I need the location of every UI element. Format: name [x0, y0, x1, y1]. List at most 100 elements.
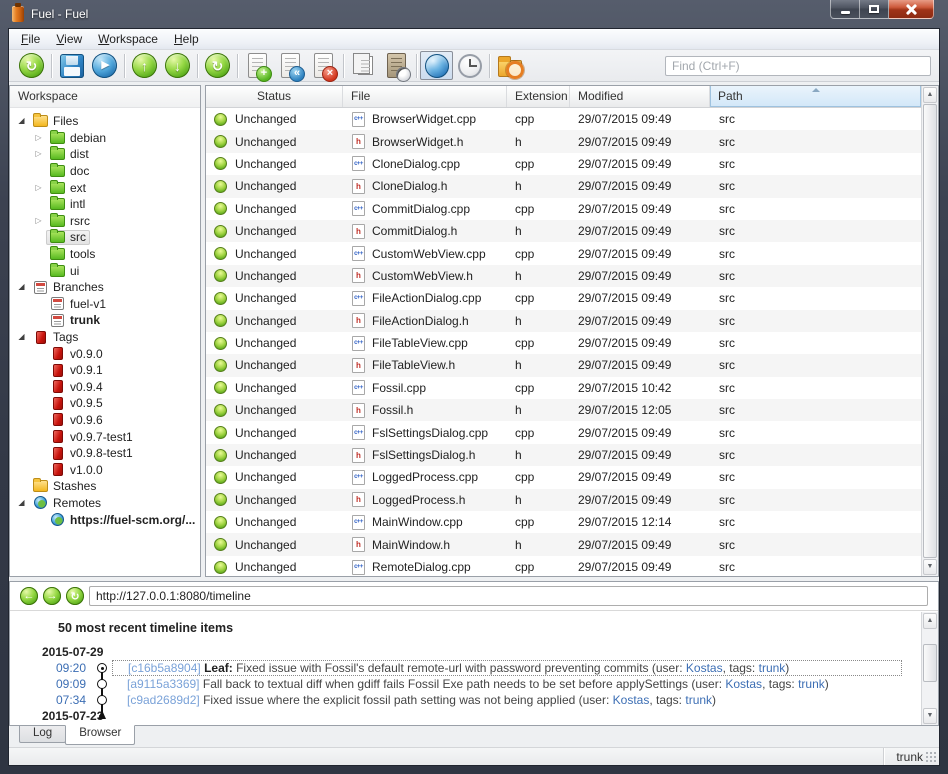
column-header-extension[interactable]: Extension — [507, 86, 570, 107]
pull-button[interactable] — [161, 51, 194, 80]
expanded-expander-icon[interactable] — [14, 499, 29, 507]
table-row[interactable]: UnchangedCommitDialog.hh29/07/2015 09:49… — [206, 220, 921, 242]
tree-item-v0-9-6[interactable]: v0.9.6 — [10, 412, 200, 429]
start-button[interactable] — [88, 51, 121, 80]
tab-log[interactable]: Log — [19, 726, 66, 743]
tree-item-ui[interactable]: ui — [10, 262, 200, 279]
tree-item-dist[interactable]: dist — [10, 146, 200, 163]
tag-link[interactable]: trunk — [798, 677, 825, 691]
close-button[interactable] — [889, 0, 934, 19]
browser-reload-button[interactable] — [66, 587, 84, 605]
table-row[interactable]: UnchangedMainWindow.hh29/07/2015 09:49sr… — [206, 533, 921, 555]
revert-files-button[interactable] — [274, 51, 307, 80]
timeline-time-link[interactable]: 09:20 — [40, 661, 92, 675]
timeline-entry[interactable]: 09:20[c16b5a8904] Leaf: Fixed issue with… — [40, 660, 914, 676]
scroll-up-button[interactable] — [923, 87, 937, 103]
timeline-entry[interactable]: 09:09[a9115a3369] Fall back to textual d… — [40, 676, 914, 692]
scroll-down-button[interactable] — [923, 559, 937, 575]
expanded-expander-icon[interactable] — [14, 117, 29, 125]
collapsed-expander-icon[interactable] — [31, 150, 46, 158]
tree-item-fuel-v1[interactable]: fuel-v1 — [10, 296, 200, 313]
table-row[interactable]: UnchangedLoggedProcess.cppcpp29/07/2015 … — [206, 466, 921, 488]
commit-hash-link[interactable]: [c9ad2689d2] — [127, 693, 200, 707]
commit-hash-link[interactable]: [c16b5a8904] — [128, 661, 201, 675]
fossil-ui-button[interactable] — [420, 51, 453, 80]
table-row[interactable]: UnchangedFileTableView.hh29/07/2015 09:4… — [206, 354, 921, 376]
collapsed-expander-icon[interactable] — [31, 134, 46, 142]
tree-item-v0-9-0[interactable]: v0.9.0 — [10, 345, 200, 362]
table-row[interactable]: UnchangedCustomWebView.cppcpp29/07/2015 … — [206, 242, 921, 264]
history-button[interactable] — [380, 51, 413, 80]
tree-item-v1-0-0[interactable]: v1.0.0 — [10, 461, 200, 478]
scrollbar-thumb[interactable] — [923, 104, 937, 558]
find-input[interactable] — [665, 56, 931, 76]
column-header-file[interactable]: File — [343, 86, 507, 107]
menu-view[interactable]: View — [48, 30, 90, 48]
tree-item-doc[interactable]: doc — [10, 163, 200, 180]
timeline-time-link[interactable]: 09:09 — [40, 677, 92, 691]
menu-workspace[interactable]: Workspace — [90, 30, 166, 48]
commit-button[interactable] — [55, 51, 88, 80]
scrollbar-track[interactable] — [922, 682, 938, 707]
tree-item-stashes[interactable]: Stashes — [10, 478, 200, 495]
table-row[interactable]: UnchangedMainWindow.cppcpp29/07/2015 12:… — [206, 511, 921, 533]
commit-hash-link[interactable]: [a9115a3369] — [127, 677, 200, 691]
tree-item-v0-9-5[interactable]: v0.9.5 — [10, 395, 200, 412]
tree-item-branches[interactable]: Branches — [10, 279, 200, 296]
tree-item-rsrc[interactable]: rsrc — [10, 213, 200, 230]
tree-item-tags[interactable]: Tags — [10, 329, 200, 346]
table-row[interactable]: UnchangedLoggedProcess.hh29/07/2015 09:4… — [206, 489, 921, 511]
table-row[interactable]: UnchangedBrowserWidget.hh29/07/2015 09:4… — [206, 130, 921, 152]
tree-item-debian[interactable]: debian — [10, 130, 200, 147]
tree-item-v0-9-8-test1[interactable]: v0.9.8-test1 — [10, 445, 200, 462]
table-row[interactable]: UnchangedFossil.hh29/07/2015 12:05src — [206, 399, 921, 421]
column-header-status[interactable]: Status — [206, 86, 343, 107]
table-row[interactable]: UnchangedRemoteDialog.cppcpp29/07/2015 0… — [206, 556, 921, 576]
scroll-down-button[interactable] — [923, 708, 937, 724]
remove-files-button[interactable] — [307, 51, 340, 80]
table-row[interactable]: UnchangedFslSettingsDialog.cppcpp29/07/2… — [206, 421, 921, 443]
expanded-expander-icon[interactable] — [14, 283, 29, 291]
push-button[interactable] — [128, 51, 161, 80]
resize-grip[interactable] — [926, 752, 937, 763]
browser-scrollbar[interactable] — [921, 612, 938, 725]
tree-item-remotes[interactable]: Remotes — [10, 495, 200, 512]
add-files-button[interactable] — [241, 51, 274, 80]
user-link[interactable]: Kostas — [725, 677, 762, 691]
table-row[interactable]: UnchangedCustomWebView.hh29/07/2015 09:4… — [206, 265, 921, 287]
minimize-button[interactable] — [830, 0, 860, 19]
tree-item-https-fuel-scm-org[interactable]: https://fuel-scm.org/... — [10, 511, 200, 528]
browser-back-button[interactable] — [20, 587, 38, 605]
tree-item-files[interactable]: Files — [10, 113, 200, 130]
table-row[interactable]: UnchangedFslSettingsDialog.hh29/07/2015 … — [206, 444, 921, 466]
timeline-time-link[interactable]: 07:34 — [40, 693, 92, 707]
maximize-button[interactable] — [860, 0, 889, 19]
table-row[interactable]: UnchangedCommitDialog.cppcpp29/07/2015 0… — [206, 198, 921, 220]
explore-folder-button[interactable] — [493, 51, 526, 80]
scroll-up-button[interactable] — [923, 613, 937, 629]
user-link[interactable]: Kostas — [686, 661, 723, 675]
column-header-path[interactable]: Path — [710, 86, 921, 107]
menu-file[interactable]: File — [13, 30, 48, 48]
tree-item-intl[interactable]: intl — [10, 196, 200, 213]
user-link[interactable]: Kostas — [613, 693, 650, 707]
tag-link[interactable]: trunk — [759, 661, 786, 675]
column-header-modified[interactable]: Modified — [570, 86, 710, 107]
table-scrollbar[interactable] — [921, 86, 938, 576]
expanded-expander-icon[interactable] — [14, 333, 29, 341]
table-row[interactable]: UnchangedFileActionDialog.cppcpp29/07/20… — [206, 287, 921, 309]
tree-item-src[interactable]: src — [10, 229, 200, 246]
timeline-entry[interactable]: 07:34[c9ad2689d2] Fixed issue where the … — [40, 692, 914, 708]
table-row[interactable]: UnchangedFileActionDialog.hh29/07/2015 0… — [206, 310, 921, 332]
tag-link[interactable]: trunk — [685, 693, 712, 707]
collapsed-expander-icon[interactable] — [31, 184, 46, 192]
table-row[interactable]: UnchangedCloneDialog.cppcpp29/07/2015 09… — [206, 153, 921, 175]
refresh-button[interactable] — [15, 51, 48, 80]
browser-forward-button[interactable] — [43, 587, 61, 605]
table-row[interactable]: UnchangedCloneDialog.hh29/07/2015 09:49s… — [206, 175, 921, 197]
tab-browser[interactable]: Browser — [65, 725, 135, 745]
menu-help[interactable]: Help — [166, 30, 207, 48]
table-row[interactable]: UnchangedBrowserWidget.cppcpp29/07/2015 … — [206, 108, 921, 130]
update-button[interactable] — [201, 51, 234, 80]
diff-button[interactable] — [347, 51, 380, 80]
